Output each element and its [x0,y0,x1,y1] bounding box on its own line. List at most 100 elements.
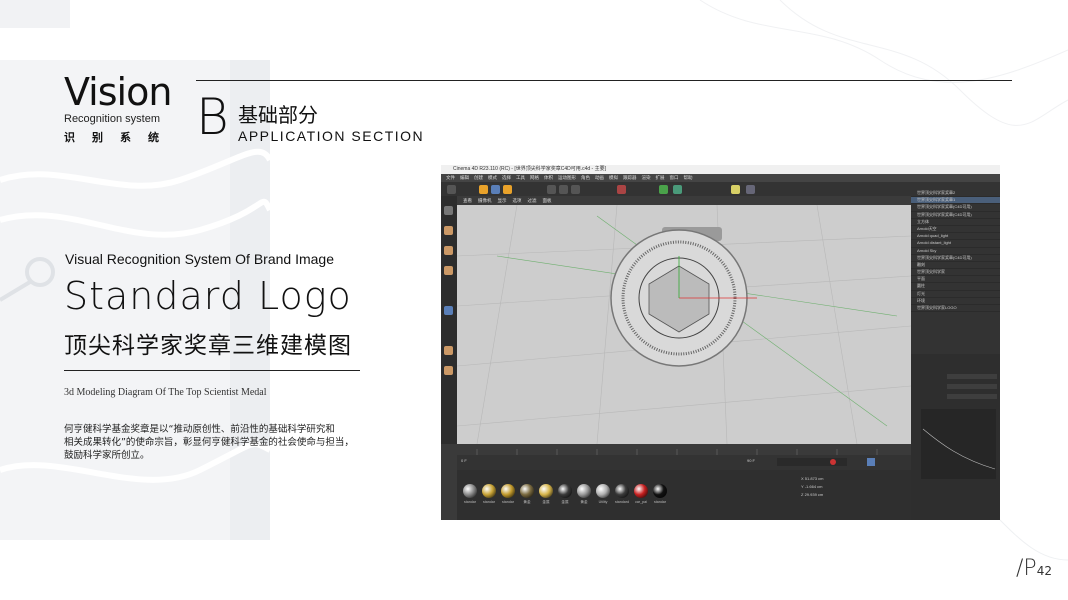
material-ball[interactable] [653,484,667,498]
menu-bar: 文件 编辑 创建 模式 选择 工具 网格 体积 运动图形 角色 动画 模拟 跟踪器 渲染 扩展 窗口 帮助 [441,174,1000,182]
description-line: 相关成果转化”的使命宗旨，彰显何亨健科学基金的社会使命与担当， [64,437,354,448]
menu-item[interactable]: 动画 [595,175,604,180]
object-list-item[interactable]: 世界顶尖科学家奖章(C4D可用) [911,255,1000,262]
menu-item[interactable]: 运动图形 [558,175,576,180]
object-list-item[interactable]: 世界顶尖科学家 [911,269,1000,277]
page-title: Standard Logo [64,274,352,318]
window-title-bar: Cinema 4D R23.110 (RC) - [世界顶尖科学家奖章C4D可用… [441,165,1000,174]
scale-tool-icon[interactable] [491,185,500,194]
material-ball[interactable] [463,484,477,498]
material-ball[interactable] [482,484,496,498]
material-label: standar [654,500,666,504]
light-icon[interactable] [731,185,740,194]
object-list-item[interactable]: 立方体 [911,219,1000,226]
menu-item[interactable]: 渲染 [642,175,651,180]
object-list-item[interactable]: 圆柱 [911,283,1000,291]
material-label: standar [483,500,495,504]
object-list-item[interactable]: 环境 [911,298,1000,305]
axis-z-icon[interactable] [571,185,580,194]
workplane-icon[interactable] [444,346,453,355]
coord-row: Y -1.664 cm [801,484,823,489]
menu-item[interactable]: 创建 [474,175,483,180]
material-label: car_pai [635,500,647,504]
brand-caption: Visual Recognition System Of Brand Image [65,251,334,267]
menu-item[interactable]: 跟踪器 [623,175,637,180]
coord-row: X 51.873 cm [801,476,823,481]
page-number: /P42 [1016,556,1052,581]
frame-start: 0 F [461,458,467,463]
menu-item[interactable]: 体积 [544,175,553,180]
vision-title: Vision [64,70,172,114]
material-ball[interactable] [615,484,629,498]
camera-icon[interactable] [746,185,755,194]
menu-item[interactable]: 网格 [530,175,539,180]
coord-value[interactable]: 29.939 cm [803,492,824,497]
object-list-item[interactable]: 世界顶尖科学家奖章(C4D可用) [911,204,1000,212]
attributes-panel [911,354,1000,520]
edges-mode-icon[interactable] [444,246,453,255]
menu-item[interactable]: 角色 [581,175,590,180]
brush-icon[interactable] [444,366,453,375]
vision-subtitle: Recognition system [64,113,160,125]
header-rule [196,80,1012,81]
object-list-item[interactable]: Arnold distant_light [911,240,1000,248]
model-mode-icon[interactable] [444,206,453,215]
viewport[interactable]: 查看 摄像机 显示 选项 过滤 面板 [457,196,911,444]
coord-value[interactable]: -1.664 cm [804,484,823,489]
cube-icon[interactable] [659,185,668,194]
snap-icon[interactable] [444,306,453,315]
material-ball[interactable] [558,484,572,498]
menu-item[interactable]: 模式 [488,175,497,180]
polygons-mode-icon[interactable] [444,266,453,275]
timeline[interactable]: 0 F 90 F [457,444,911,470]
points-mode-icon[interactable] [444,226,453,235]
vision-cn-label: 识别系统 [64,131,176,144]
left-toolbar [441,196,457,444]
content-rule [64,370,360,371]
object-list-item[interactable]: Arnold Sky [911,248,1000,255]
axis-x-icon[interactable] [547,185,556,194]
material-ball[interactable] [596,484,610,498]
material-ball[interactable] [634,484,648,498]
menu-item[interactable]: 工具 [516,175,525,180]
render-icon[interactable] [617,185,626,194]
coordinates-panel: X 51.873 cm Y -1.664 cm Z 29.939 cm [797,470,911,520]
object-list-item[interactable]: 世界顶尖科学家LOGO [911,305,1000,313]
toolbar [441,182,911,196]
coord-value[interactable]: 51.873 cm [804,476,824,481]
object-list-item[interactable]: 平面 [911,276,1000,284]
spline-icon[interactable] [673,185,682,194]
cn-heading: 顶尖科学家奖章三维建模图 [64,333,352,359]
axis-y-icon[interactable] [559,185,568,194]
section-title-cn: 基础部分 [238,103,318,127]
material-ball[interactable] [520,484,534,498]
material-ball[interactable] [577,484,591,498]
material-manager: standar standar standar 黄金 金属 金属 黄金 Utility stan… [457,470,797,520]
object-list-item[interactable]: 世界顶尖科学家奖章2 [911,190,1000,198]
object-list-item[interactable]: Arnold天空 [911,226,1000,234]
object-list-item[interactable]: 灯光 [911,291,1000,298]
object-list-item[interactable]: 雕刻 [911,262,1000,270]
section-title-en: APPLICATION SECTION [238,128,425,144]
frame-end: 90 F [747,458,756,463]
undo-icon[interactable] [447,185,456,194]
object-list-item[interactable]: Arnold quad_light [911,233,1000,241]
menu-item[interactable]: 选择 [502,175,511,180]
description: 何亨健科学基金奖章是以“推动原创性、前沿性的基础科学研究和 相关成果转化”的使命… [64,423,394,462]
object-list-item[interactable]: 世界顶尖科学家奖章1 [911,197,1000,205]
material-ball[interactable] [501,484,515,498]
material-ball[interactable] [539,484,553,498]
object-list-item[interactable]: 世界顶尖科学家奖章(C4D可用) [911,212,1000,219]
menu-item[interactable]: 文件 [446,175,455,180]
menu-item[interactable]: 扩展 [656,175,665,180]
viewport-scene [457,204,911,444]
coord-row: Z 29.939 cm [801,492,823,497]
menu-item[interactable]: 编辑 [460,175,469,180]
menu-item[interactable]: 窗口 [670,175,679,180]
material-label: standard [615,500,629,504]
menu-item[interactable]: 帮助 [684,175,693,180]
menu-item[interactable]: 模拟 [609,175,618,180]
rotate-tool-icon[interactable] [503,185,512,194]
move-tool-icon[interactable] [479,185,488,194]
page-prefix: P [1023,556,1037,581]
